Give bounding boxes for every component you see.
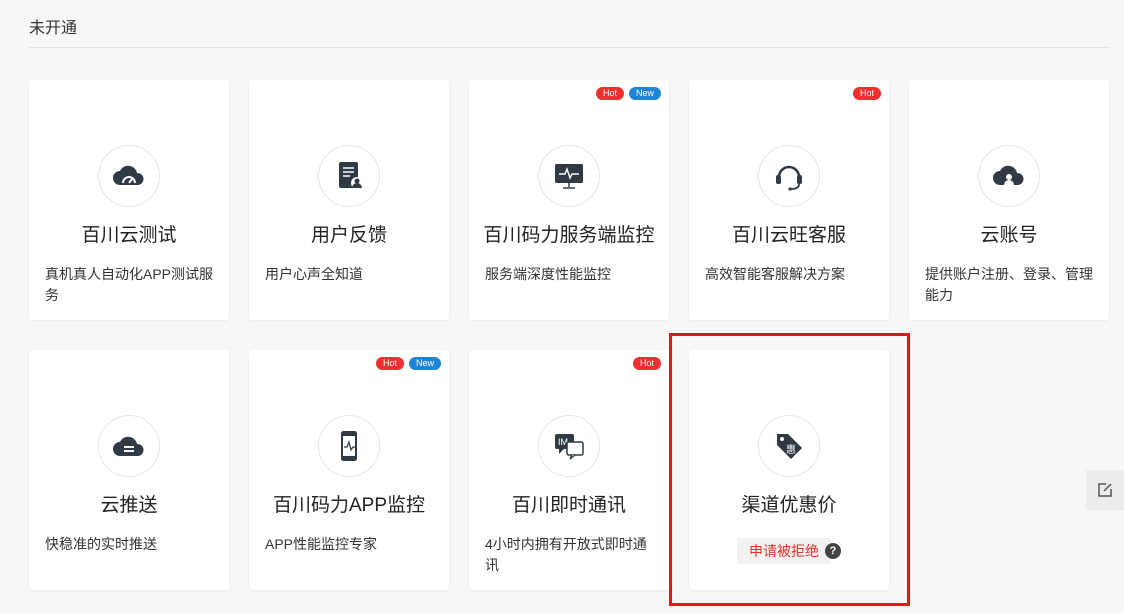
status-rejected-tag: 申请被拒绝 [737, 538, 831, 564]
product-card-instant-messaging[interactable]: Hot IM 百川即时通讯 4小时内拥有开放式即时通讯 [469, 350, 669, 590]
discount-tag-glyph: 惠 [786, 443, 796, 456]
feedback-document-icon [318, 145, 380, 207]
card-description: 高效智能客服解决方案 [705, 266, 845, 282]
new-badge: New [628, 87, 661, 100]
product-card-cloud-test[interactable]: 百川云测试 真机真人自动化APP测试服务 [29, 80, 229, 320]
card-description: 服务端深度性能监控 [485, 266, 611, 282]
card-title: 云账号 [980, 225, 1038, 246]
server-monitor-icon [538, 145, 600, 207]
product-card-cloud-push[interactable]: 云推送 快稳准的实时推送 [29, 350, 229, 590]
new-badge: New [408, 357, 441, 370]
card-description: 快稳准的实时推送 [45, 536, 157, 552]
card-title: 百川码力服务端监控 [483, 225, 655, 246]
section-title: 未开通 [29, 20, 78, 37]
product-card-channel-discount[interactable]: 惠 渠道优惠价 申请被拒绝 ? [689, 350, 889, 590]
headset-icon [758, 145, 820, 207]
card-title: 百川码力APP监控 [272, 495, 426, 516]
phone-monitor-icon [318, 415, 380, 477]
product-card-user-feedback[interactable]: 用户反馈 用户心声全知道 [249, 80, 449, 320]
hot-badge: Hot [852, 87, 881, 100]
product-card-app-monitor[interactable]: Hot New 百川码力APP监控 APP性能监控专家 [249, 350, 449, 590]
edit-icon [1098, 483, 1112, 497]
card-title: 用户反馈 [310, 225, 387, 246]
cloud-gauge-icon [98, 145, 160, 207]
product-card-server-monitor[interactable]: Hot New 百川码力服务端监控 服务端深度性能监控 [469, 80, 669, 320]
card-title: 云推送 [100, 495, 158, 516]
product-card-customer-service[interactable]: Hot 百川云旺客服 高效智能客服解决方案 [689, 80, 889, 320]
cloud-user-icon [978, 145, 1040, 207]
card-title: 百川云旺客服 [731, 225, 846, 246]
card-description: 4小时内拥有开放式即时通讯 [485, 536, 647, 573]
card-description: 提供账户注册、登录、管理能力 [925, 266, 1093, 303]
hot-badge: Hot [632, 357, 661, 370]
card-title: 百川即时通讯 [511, 495, 626, 516]
im-chat-icon: IM [538, 415, 600, 477]
hot-badge: Hot [595, 87, 624, 100]
hot-badge: Hot [375, 357, 404, 370]
help-icon[interactable]: ? [825, 543, 841, 559]
card-description: APP性能监控专家 [265, 536, 378, 552]
feedback-edit-button[interactable] [1086, 470, 1124, 510]
card-title: 百川云测试 [81, 225, 177, 246]
product-card-cloud-account[interactable]: 云账号 提供账户注册、登录、管理能力 [909, 80, 1109, 320]
discount-tag-icon: 惠 [758, 415, 820, 477]
section-divider [29, 47, 1110, 48]
card-title: 渠道优惠价 [741, 495, 837, 516]
cloud-push-icon [98, 415, 160, 477]
card-description: 用户心声全知道 [265, 266, 363, 282]
card-description: 真机真人自动化APP测试服务 [45, 266, 214, 303]
